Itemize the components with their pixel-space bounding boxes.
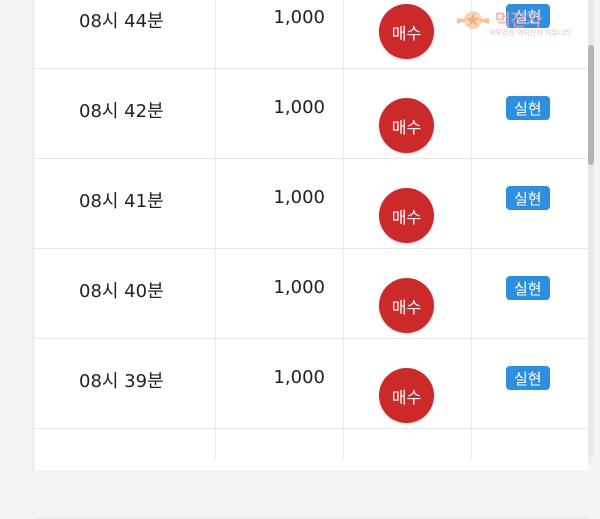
watermark-subtitle: 먹튀검증 먹튀잔치 커뮤니티 <box>489 29 571 37</box>
trade-amount: 1,000 <box>273 7 325 28</box>
table-row: 08시 41분 1,000 매수 실현 <box>34 158 588 249</box>
scroll-thumb[interactable] <box>588 45 594 165</box>
status-badge: 실현 <box>506 96 550 120</box>
table-row: 08시 39분 1,000 매수 실현 <box>34 338 588 429</box>
trade-amount: 1,000 <box>273 97 325 118</box>
trade-time: 08시 39분 <box>79 371 164 392</box>
watermark-logo: 먹잔자 먹튀검증 먹튀잔치 커뮤니티 <box>455 6 595 40</box>
status-badge: 실현 <box>506 366 550 390</box>
table-row: 08시 40분 1,000 매수 실현 <box>34 248 588 339</box>
buy-button[interactable]: 매수 <box>379 188 434 243</box>
buy-button[interactable]: 매수 <box>379 98 434 153</box>
scrollbar[interactable] <box>588 0 594 457</box>
trade-time: 08시 42분 <box>79 101 164 122</box>
table-row <box>34 428 588 519</box>
trade-amount: 1,000 <box>273 187 325 208</box>
buy-button[interactable]: 매수 <box>379 368 434 423</box>
buy-button[interactable]: 매수 <box>379 4 434 59</box>
trade-amount: 1,000 <box>273 277 325 298</box>
trade-time: 08시 44분 <box>79 11 164 32</box>
table-row: 08시 42분 1,000 매수 실현 <box>34 68 588 159</box>
badge-icon <box>457 11 489 29</box>
trade-time: 08시 41분 <box>79 191 164 212</box>
trade-amount: 1,000 <box>273 367 325 388</box>
trade-list: 08시 44분 1,000 매수 실현 08시 42분 1,000 매수 실현 … <box>33 0 588 519</box>
status-badge: 실현 <box>506 276 550 300</box>
trade-time: 08시 40분 <box>79 281 164 302</box>
status-badge: 실현 <box>506 186 550 210</box>
buy-button[interactable]: 매수 <box>379 278 434 333</box>
